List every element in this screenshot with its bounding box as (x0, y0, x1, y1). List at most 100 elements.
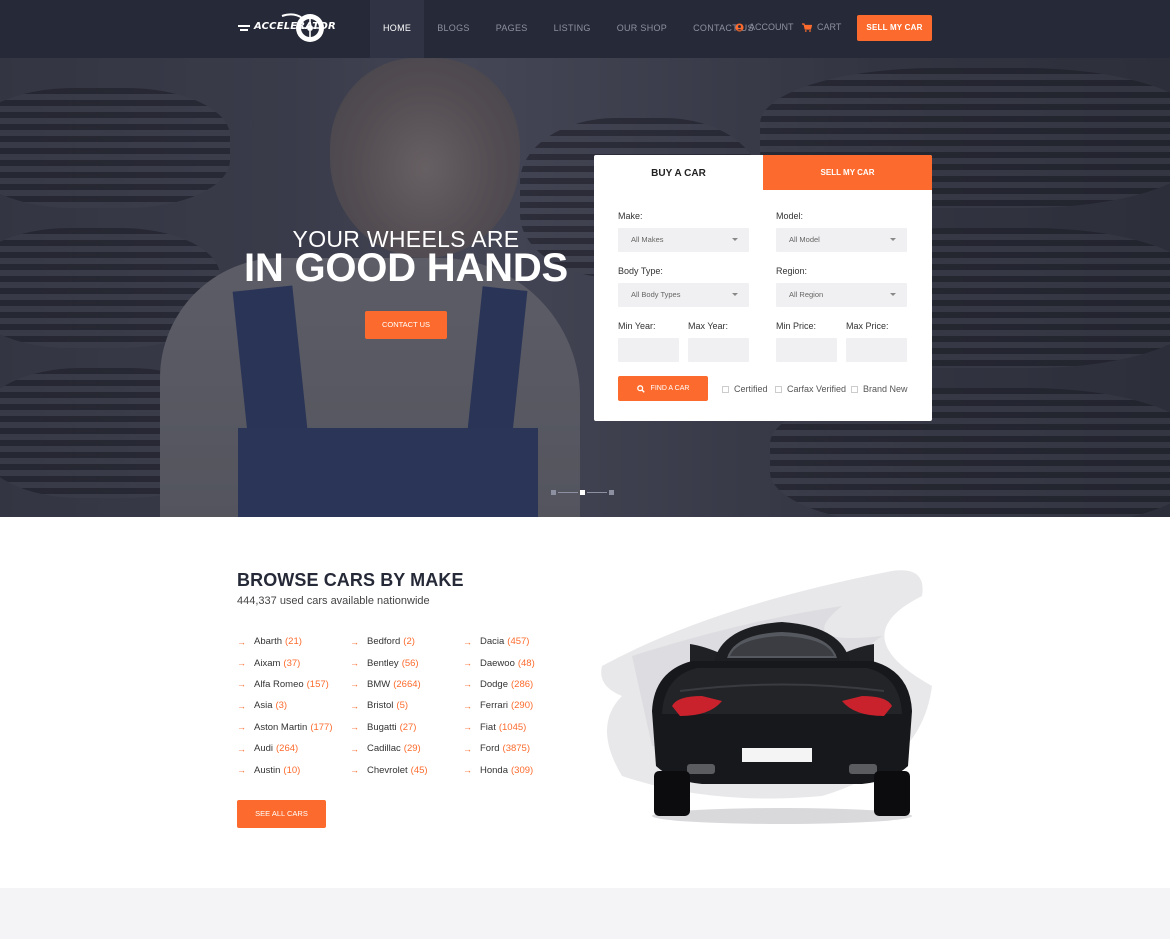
arrow-right-icon: → (463, 722, 472, 733)
region-select[interactable]: All Region (776, 283, 907, 307)
nav-our-shop[interactable]: OUR SHOP (604, 0, 680, 58)
arrow-right-icon: → (350, 658, 359, 669)
cart-label: CART (817, 22, 842, 32)
make-name: Ferrari (480, 700, 508, 712)
arrow-right-icon: → (237, 636, 246, 647)
make-list-item[interactable]: → Ford (3875) (463, 738, 573, 759)
nav-home[interactable]: HOME (370, 0, 425, 58)
slider-dot-active[interactable] (580, 490, 585, 495)
find-a-car-label: FIND A CAR (650, 385, 690, 392)
make-count: (286) (511, 678, 534, 690)
max-price-label: Max Price: (846, 321, 889, 331)
find-a-car-button[interactable]: FIND A CAR (618, 376, 708, 401)
make-list-item[interactable]: → Alfa Romeo (157) (237, 674, 347, 695)
tab-buy-a-car[interactable]: BUY A CAR (594, 155, 763, 190)
make-list-item[interactable]: → Dacia (457) (463, 631, 573, 652)
checkbox-box[interactable] (775, 385, 782, 393)
make-list-item[interactable]: → Honda (309) (463, 759, 573, 780)
arrow-right-icon: → (463, 700, 472, 711)
make-count: (309) (511, 764, 534, 776)
account-link[interactable]: ACCOUNT (735, 22, 794, 32)
arrow-right-icon: → (350, 722, 359, 733)
main-nav: HOME BLOGS PAGES LISTING OUR SHOP CONTAC… (370, 0, 767, 58)
make-list-item[interactable]: → Bedford (2) (350, 631, 460, 652)
chevron-down-icon (732, 293, 738, 296)
make-select[interactable]: All Makes (618, 228, 749, 252)
certified-checkbox[interactable]: Certified (722, 384, 768, 394)
arrow-right-icon: → (237, 700, 246, 711)
make-list-item[interactable]: → Daewoo (48) (463, 652, 573, 673)
make-count: (177) (310, 721, 333, 733)
make-list-item[interactable]: → Audi (264) (237, 738, 347, 759)
make-count: (21) (285, 636, 302, 648)
max-year-input[interactable] (688, 338, 749, 362)
carfax-verified-checkbox[interactable]: Carfax Verified (775, 384, 846, 394)
make-count: (45) (410, 764, 428, 776)
make-list-item[interactable]: → Aixam (37) (237, 652, 347, 673)
make-list-item[interactable]: → Bugatti (27) (350, 717, 460, 738)
brand-new-label: Brand New (863, 384, 908, 394)
see-all-cars-button[interactable]: SEE ALL CARS (237, 800, 326, 828)
nav-pages[interactable]: PAGES (483, 0, 541, 58)
arrow-right-icon: → (237, 743, 246, 754)
make-name: Daewoo (480, 657, 515, 669)
make-count: (290) (510, 700, 534, 712)
make-list-item[interactable]: → Cadillac (29) (350, 738, 460, 759)
account-label: ACCOUNT (749, 22, 794, 32)
make-list-item[interactable]: → Chevrolet (45) (350, 759, 460, 780)
make-list-item[interactable]: → Asia (3) (237, 695, 347, 716)
slider-pagination (551, 490, 614, 495)
tab-sell-my-car[interactable]: SELL MY CAR (763, 155, 932, 190)
model-select[interactable]: All Model (776, 228, 907, 252)
slider-divider (558, 492, 578, 493)
cart-link[interactable]: CART (802, 22, 841, 32)
car-image (592, 566, 937, 826)
next-section-band (0, 888, 1170, 939)
chevron-down-icon (890, 238, 896, 241)
make-list-item[interactable]: → Ferrari (290) (463, 695, 573, 716)
checkbox-box[interactable] (722, 385, 729, 393)
make-name: Fiat (480, 721, 496, 733)
make-list-item[interactable]: → Fiat (1045) (463, 717, 573, 738)
logo[interactable]: ACCELERATOR (236, 10, 336, 46)
arrow-right-icon: → (237, 765, 246, 776)
chevron-down-icon (732, 238, 738, 241)
arrow-right-icon: → (463, 636, 472, 647)
max-price-input[interactable] (846, 338, 907, 362)
contact-us-button[interactable]: CONTACT US (365, 311, 447, 339)
min-year-label: Min Year: (618, 321, 656, 331)
arrow-right-icon: → (463, 743, 472, 754)
make-count: (37) (283, 657, 301, 669)
make-list-item[interactable]: → Abarth (21) (237, 631, 347, 652)
checkbox-box[interactable] (851, 385, 858, 393)
make-count: (10) (283, 764, 301, 776)
make-name: Dodge (480, 678, 508, 690)
sell-my-car-button[interactable]: SELL MY CAR (857, 15, 932, 41)
make-name: Alfa Romeo (254, 678, 304, 690)
brand-new-checkbox[interactable]: Brand New (851, 384, 908, 394)
make-count: (2664) (393, 678, 421, 690)
make-list-item[interactable]: → Bristol (5) (350, 695, 460, 716)
make-name: Cadillac (367, 743, 401, 755)
make-name: Abarth (254, 636, 282, 648)
make-list-item[interactable]: → Austin (10) (237, 759, 347, 780)
make-count: (3) (275, 700, 288, 712)
hero-banner: YOUR WHEELS ARE IN GOOD HANDS CONTACT US (0, 58, 1170, 517)
slider-dot[interactable] (551, 490, 556, 495)
make-list-item[interactable]: → Bentley (56) (350, 652, 460, 673)
nav-blogs[interactable]: BLOGS (424, 0, 483, 58)
make-list-item[interactable]: → Dodge (286) (463, 674, 573, 695)
hero-overlay (0, 58, 1170, 517)
min-year-input[interactable] (618, 338, 679, 362)
body-type-select[interactable]: All Body Types (618, 283, 749, 307)
make-list-item[interactable]: → BMW (2664) (350, 674, 460, 695)
make-list-item[interactable]: → Aston Martin (177) (237, 717, 347, 738)
nav-listing[interactable]: LISTING (541, 0, 604, 58)
body-type-label: Body Type: (618, 266, 663, 276)
model-label: Model: (776, 211, 804, 221)
min-price-input[interactable] (776, 338, 837, 362)
slider-dot[interactable] (609, 490, 614, 495)
make-count: (457) (507, 636, 530, 648)
carfax-verified-label: Carfax Verified (787, 384, 847, 394)
site-header: ACCELERATOR HOME BLOGS PAGES LISTING OUR… (0, 0, 1170, 58)
